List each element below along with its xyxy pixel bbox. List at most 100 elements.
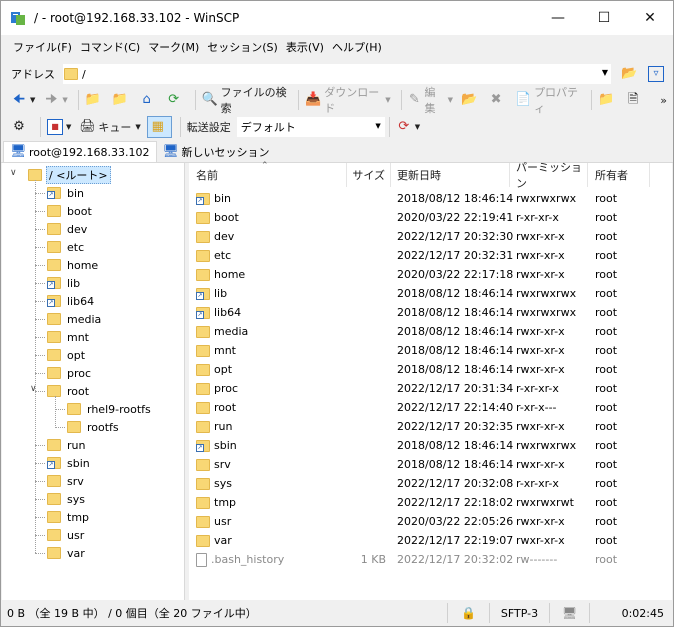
tree-item-proc[interactable]: proc (47, 364, 91, 382)
tree-item-mnt[interactable]: mnt (47, 328, 89, 346)
file-row[interactable]: run 2022/12/17 20:32:35 rwxr-xr-x root (189, 417, 649, 436)
tree-item-usr[interactable]: usr (47, 526, 84, 544)
file-row[interactable]: tmp 2022/12/17 22:18:02 rwxrwxrwt root (189, 493, 649, 512)
tree-item-lib[interactable]: ↗ lib (47, 274, 80, 292)
delete-button[interactable]: ✖ (486, 89, 509, 111)
tree-item-etc[interactable]: etc (47, 238, 84, 256)
forward-button[interactable]: 🠊 ▼ (41, 89, 69, 111)
download-button[interactable]: 📥 ダウンロード ▼ (303, 86, 392, 115)
tree-item-srv[interactable]: srv (47, 472, 84, 490)
file-row[interactable]: var 2022/12/17 22:19:07 rwxr-xr-x root (189, 531, 649, 550)
minimize-button[interactable]: — (535, 1, 581, 35)
address-field[interactable]: / ▼ (63, 64, 611, 84)
tree-item-run[interactable]: run (47, 436, 85, 454)
synchronize-button[interactable]: ⟳ ▼ (394, 116, 422, 138)
edit-button[interactable]: ✎ 編集 ▼ (406, 86, 456, 115)
file-row[interactable]: ↗ lib64 2018/08/12 18:46:14 rwxrwxrwx root (189, 303, 649, 322)
file-row[interactable]: sys 2022/12/17 20:32:08 r-xr-xr-x root (189, 474, 649, 493)
queue-button[interactable]: 🖨 キュー ▼ (77, 116, 142, 138)
directory-tree[interactable]: / <ルート> ∨ ↗ bin boot dev etc home ↗ lib ↗ lib64 medi… (2, 163, 185, 600)
find-files-button[interactable]: 🔍 ファイルの検索 (200, 86, 291, 115)
maximize-button[interactable]: ☐ (581, 1, 627, 35)
column-header-name[interactable]: 名前 (196, 163, 346, 187)
tree-item-home[interactable]: home (47, 256, 98, 274)
tree-item-lib64[interactable]: ↗ lib64 (47, 292, 94, 310)
tree-connector (35, 283, 45, 284)
file-row[interactable]: ↗ lib 2018/08/12 18:46:14 rwxrwxrwx root (189, 284, 649, 303)
open-folder-button[interactable]: 📂 (459, 89, 482, 111)
file-row[interactable]: usr 2020/03/22 22:05:26 rwxr-xr-x root (189, 512, 649, 531)
tree-item-var[interactable]: var (47, 544, 85, 562)
column-header-modified[interactable]: 更新日時 (397, 163, 507, 187)
back-button[interactable]: 🠈 ▼ (9, 89, 37, 111)
tree-item-boot[interactable]: boot (47, 202, 92, 220)
collapse-chevron-icon[interactable]: ∨ (10, 168, 17, 178)
home-button[interactable]: ⌂ (137, 89, 160, 111)
open-directory-button[interactable]: 📂 (619, 63, 642, 85)
transfer-settings-combo[interactable]: デフォルト ▼ (236, 117, 385, 137)
file-list[interactable]: 名前 ⌃ サイズ 更新日時 パーミッション 所有者 ↗ bin 2018/08/12… (189, 161, 672, 600)
tree-toggle-button[interactable]: ▦ (146, 116, 172, 138)
tree-item-sys[interactable]: sys (47, 490, 85, 508)
file-row[interactable]: media 2018/08/12 18:46:14 rwxr-xr-x root (189, 322, 649, 341)
tab-session[interactable]: 🖥 root@192.168.33.102 (3, 141, 157, 162)
tree-item-tmp[interactable]: tmp (47, 508, 89, 526)
root-directory-button[interactable]: 📁 (110, 89, 133, 111)
file-row[interactable]: opt 2018/08/12 18:46:14 rwxr-xr-x root (189, 360, 649, 379)
new-file-button[interactable]: 🗎 (623, 89, 646, 111)
file-row[interactable]: dev 2022/12/17 20:32:30 rwxr-xr-x root (189, 227, 649, 246)
new-folder-button[interactable]: 📁 (596, 89, 619, 111)
tree-item-rhel9-rootfs[interactable]: rhel9-rootfs (67, 400, 151, 418)
vertical-scrollbar[interactable] (655, 163, 672, 600)
refresh-button[interactable]: ⟳ (164, 89, 187, 111)
chevron-down-icon: ▼ (447, 96, 454, 104)
tree-item-dev[interactable]: dev (47, 220, 87, 238)
tab-new-session[interactable]: 🖥 新しいセッション (157, 141, 276, 162)
menu-session[interactable]: セッション(S) (203, 39, 282, 55)
menu-file[interactable]: ファイル(F) (9, 39, 76, 55)
menu-help[interactable]: ヘルプ(H) (328, 39, 386, 55)
file-row[interactable]: ↗ sbin 2018/08/12 18:46:14 rwxrwxrwx root (189, 436, 649, 455)
tree-item-opt[interactable]: opt (47, 346, 85, 364)
tree-item-rootfs[interactable]: rootfs (67, 418, 119, 436)
tree-connector (35, 180, 36, 553)
folder-icon: ↗ (47, 277, 61, 289)
file-row[interactable]: ↗ bin 2018/08/12 18:46:14 rwxrwxrwx root (189, 189, 649, 208)
dropdown-arrow-icon[interactable]: ▼ (602, 68, 608, 77)
folder-icon (47, 349, 61, 361)
column-modified-label: 更新日時 (397, 169, 441, 182)
folder-icon (64, 68, 78, 80)
file-row[interactable]: proc 2022/12/17 20:31:34 r-xr-xr-x root (189, 379, 649, 398)
filter-button[interactable]: ▿ (646, 63, 669, 85)
file-name-cell: dev (196, 227, 234, 246)
find-files-icon: 🔍 (201, 92, 218, 107)
column-header-size[interactable]: サイズ (346, 163, 388, 187)
preferences-button[interactable]: ⚙ (9, 116, 32, 138)
toolbar-overflow-button[interactable]: » (658, 89, 669, 111)
menu-command[interactable]: コマンド(C) (76, 39, 144, 55)
file-row[interactable]: .bash_history 1 KB 2022/12/17 20:32:02 rw--… (189, 550, 649, 569)
file-row[interactable]: home 2020/03/22 22:17:18 rwxr-xr-x root (189, 265, 649, 284)
file-row[interactable]: etc 2022/12/17 20:32:31 rwxr-xr-x root (189, 246, 649, 265)
file-row[interactable]: mnt 2018/08/12 18:46:14 rwxr-xr-x root (189, 341, 649, 360)
tree-item-root[interactable]: root (47, 382, 89, 400)
tree-item-sbin[interactable]: ↗ sbin (47, 454, 90, 472)
tree-item-bin[interactable]: ↗ bin (47, 184, 84, 202)
column-header-permissions[interactable]: パーミッション (516, 161, 586, 190)
file-owner: root (595, 192, 618, 205)
properties-button[interactable]: 📄 プロパティ (513, 86, 583, 115)
file-modified: 2022/12/17 20:32:35 (397, 420, 514, 433)
column-header-owner[interactable]: 所有者 (595, 163, 645, 187)
tree-item-media[interactable]: media (47, 310, 101, 328)
parent-directory-button[interactable]: 📁 (83, 89, 106, 111)
menu-mark[interactable]: マーク(M) (144, 39, 203, 55)
file-row[interactable]: srv 2018/08/12 18:46:14 rwxr-xr-x root (189, 455, 649, 474)
file-row[interactable]: root 2022/12/17 22:14:40 r-xr-x--- root (189, 398, 649, 417)
tree-item-root[interactable]: / <ルート> (28, 166, 111, 184)
color-button[interactable]: ■ ▼ (45, 116, 73, 138)
file-size (346, 417, 386, 436)
file-name: etc (214, 249, 232, 262)
file-row[interactable]: boot 2020/03/22 22:19:41 r-xr-xr-x root (189, 208, 649, 227)
close-button[interactable]: ✕ (627, 1, 673, 35)
menu-view[interactable]: 表示(V) (282, 39, 328, 55)
